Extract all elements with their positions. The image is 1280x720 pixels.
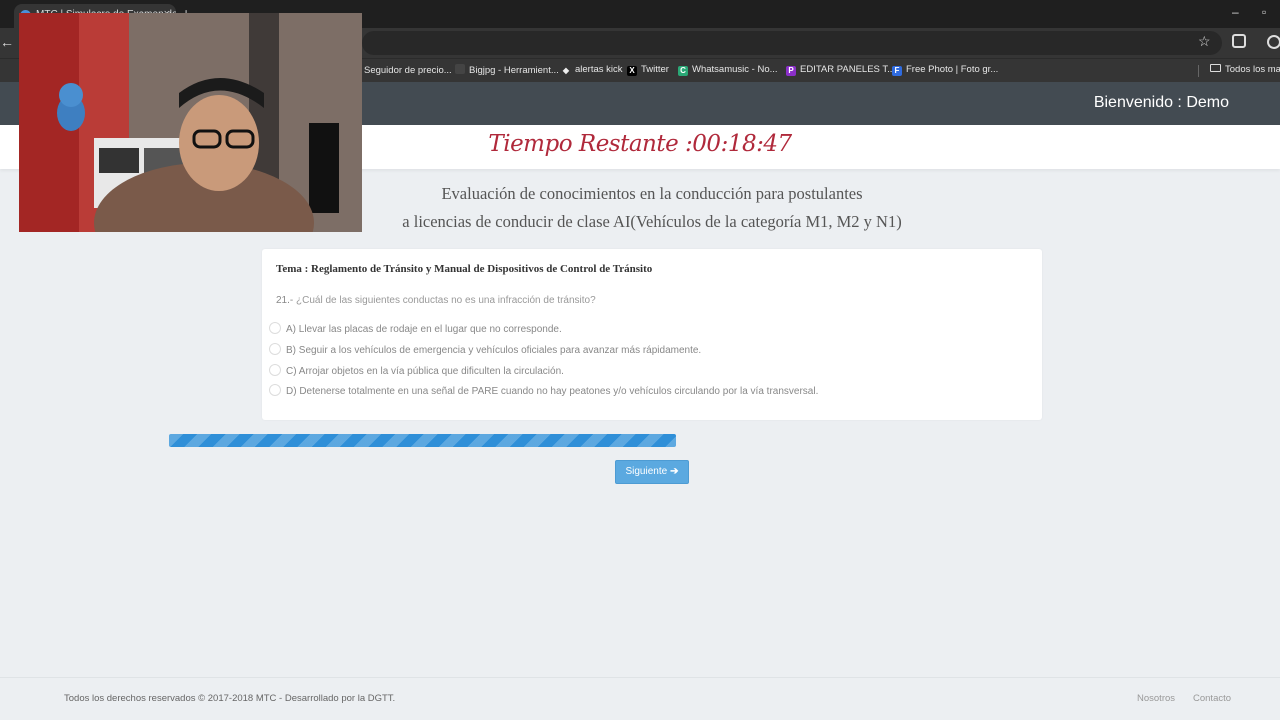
- timer-label: Tiempo Restante :: [488, 131, 693, 157]
- footer-link-contacto[interactable]: Contacto: [1193, 693, 1231, 704]
- answer-option-a[interactable]: A) Llevar las placas de rodaje en el lug…: [269, 322, 562, 336]
- next-button-label: Siguiente: [625, 466, 668, 477]
- answer-option-d[interactable]: D) Detenerse totalmente en una señal de …: [269, 384, 818, 398]
- x-twitter-icon: X: [627, 66, 637, 76]
- folder-icon: [1210, 64, 1221, 72]
- radio-button[interactable]: [269, 384, 281, 396]
- webcam-overlay: [19, 13, 362, 232]
- bookmark-label: Bigjpg - Herramient...: [469, 65, 559, 76]
- question-card: Tema : Reglamento de Tránsito y Manual d…: [262, 249, 1042, 420]
- bookmark-label: EDITAR PANELES T...: [800, 64, 896, 75]
- copyright-text: Todos los derechos reservados © 2017-201…: [64, 693, 396, 704]
- exam-progress-bar: [169, 434, 676, 447]
- maximize-window-icon[interactable]: ▫: [1262, 5, 1266, 19]
- bookmark-all-bookmarks[interactable]: Todos los marc: [1210, 64, 1280, 75]
- bookmarks-separator: [1198, 65, 1199, 77]
- answer-option-b[interactable]: B) Seguir a los vehículos de emergencia …: [269, 343, 701, 357]
- back-arrow-icon[interactable]: ←: [0, 34, 14, 50]
- webcam-person-image: [19, 13, 362, 232]
- radio-button[interactable]: [269, 364, 281, 376]
- editar-paneles-icon: P: [786, 66, 796, 76]
- next-button[interactable]: Siguiente ➔: [615, 460, 689, 484]
- question-text: ¿Cuál de las siguientes conductas no es …: [296, 295, 596, 306]
- bookmark-item[interactable]: F Free Photo | Foto gr...: [892, 64, 998, 76]
- arrow-right-icon: ➔: [670, 466, 679, 477]
- timer-value: 00:18:47: [692, 131, 792, 157]
- bookmark-label: Seguidor de precio...: [364, 65, 452, 76]
- bookmark-item[interactable]: Bigjpg - Herramient...: [455, 64, 559, 76]
- address-bar[interactable]: [362, 31, 1222, 55]
- option-label: B) Seguir a los vehículos de emergencia …: [286, 345, 702, 356]
- option-label: D) Detenerse totalmente en una señal de …: [286, 386, 819, 397]
- kick-icon: ◆: [562, 66, 570, 75]
- minimize-window-icon[interactable]: –: [1232, 5, 1239, 19]
- bookmark-item[interactable]: P EDITAR PANELES T...: [786, 64, 895, 76]
- bookmark-label: Whatsamusic - No...: [692, 64, 778, 75]
- bookmark-item[interactable]: X Twitter: [627, 64, 669, 76]
- bookmark-label: Todos los marc: [1225, 64, 1280, 75]
- question-text-row: 21.- ¿Cuál de las siguientes conductas n…: [276, 295, 596, 306]
- extensions-puzzle-icon[interactable]: [1232, 34, 1246, 48]
- bookmark-label: alertas kick: [575, 64, 623, 75]
- bigjpg-icon: [455, 64, 465, 74]
- bookmark-label: Free Photo | Foto gr...: [906, 64, 999, 75]
- radio-button[interactable]: [269, 343, 281, 355]
- answer-option-c[interactable]: C) Arrojar objetos en la vía pública que…: [269, 364, 564, 378]
- bookmark-label: Twitter: [641, 64, 669, 75]
- question-number: 21.-: [276, 295, 294, 306]
- bookmark-star-icon[interactable]: ☆: [1198, 33, 1211, 50]
- freepik-icon: F: [892, 66, 902, 76]
- profile-icon[interactable]: [1267, 35, 1280, 49]
- welcome-user: Bienvenido : Demo: [1093, 94, 1229, 111]
- radio-button[interactable]: [269, 322, 281, 334]
- footer: Todos los derechos reservados © 2017-201…: [0, 677, 1280, 720]
- option-label: A) Llevar las placas de rodaje en el lug…: [286, 324, 562, 335]
- bookmark-item[interactable]: ◆ alertas kick: [561, 64, 623, 76]
- whatsamusic-icon: C: [678, 66, 688, 76]
- footer-link-nosotros[interactable]: Nosotros: [1137, 693, 1175, 704]
- bookmark-item[interactable]: Seguidor de precio...: [350, 64, 452, 76]
- option-label: C) Arrojar objetos en la vía pública que…: [286, 366, 564, 377]
- bookmark-item[interactable]: C Whatsamusic - No...: [678, 64, 778, 76]
- question-topic: Tema : Reglamento de Tránsito y Manual d…: [276, 263, 653, 275]
